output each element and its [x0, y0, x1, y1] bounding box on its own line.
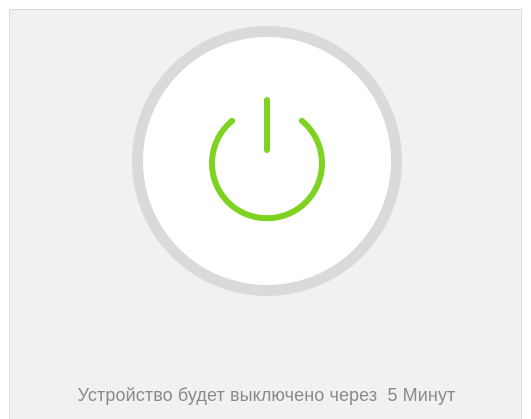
shutdown-panel: Устройство будет выключено через 5 Минут: [9, 9, 522, 419]
shutdown-unit: Минут: [402, 385, 456, 405]
shutdown-value: 5: [387, 385, 398, 405]
shutdown-message: Устройство будет выключено через 5 Минут: [10, 385, 523, 406]
power-button[interactable]: [132, 26, 402, 296]
power-icon: [202, 96, 332, 226]
shutdown-text: Устройство будет выключено через: [77, 385, 378, 405]
